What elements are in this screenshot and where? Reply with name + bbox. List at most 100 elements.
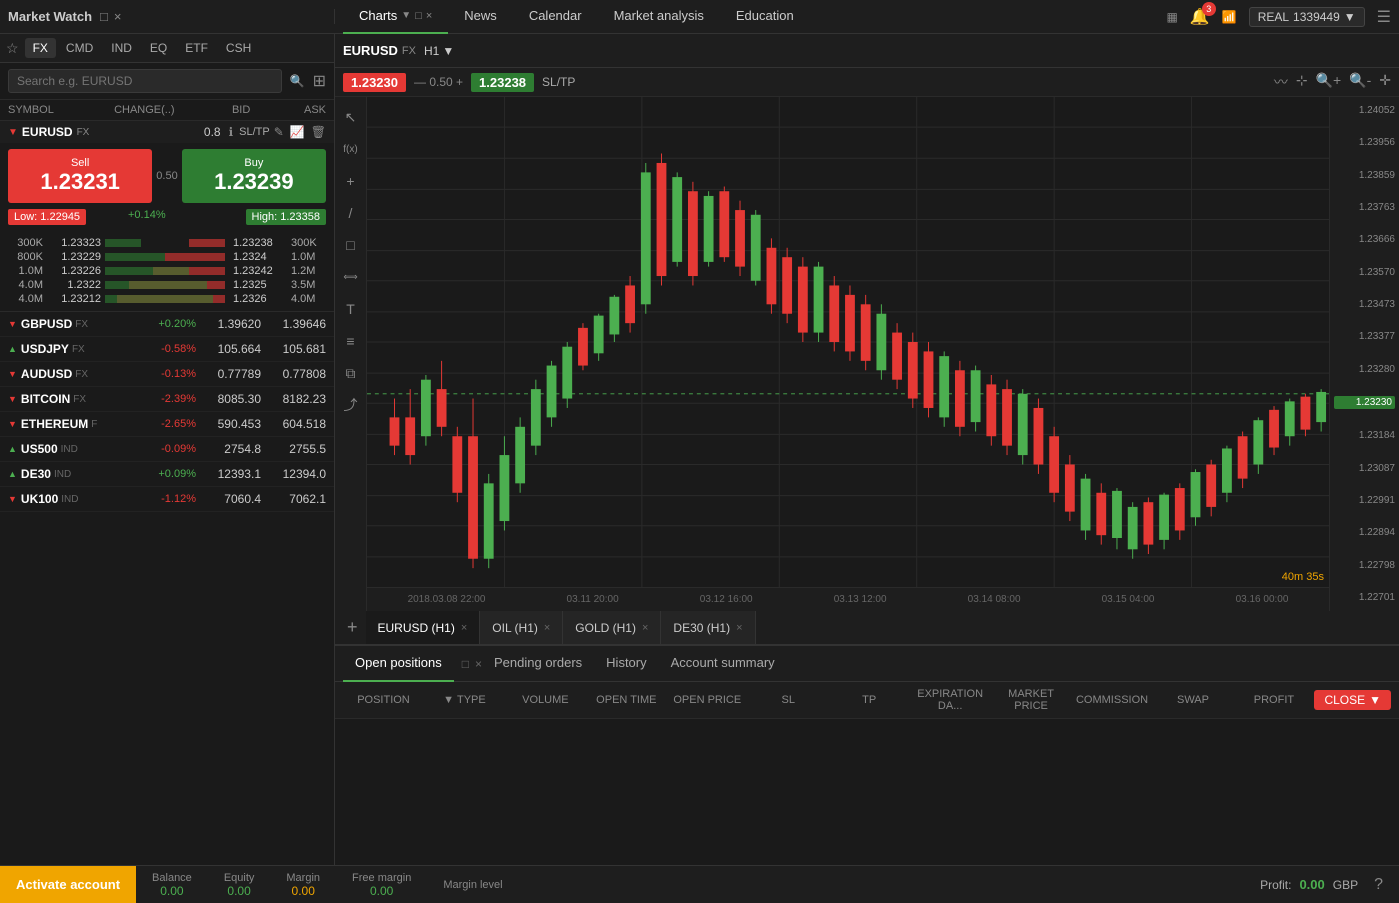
eurusd-symbol[interactable]: EURUSD [22, 125, 73, 139]
chart-tab-de30[interactable]: DE30 (H1) × [661, 611, 755, 645]
price-scale: 1.24052 1.23956 1.23859 1.23763 1.23666 … [1329, 97, 1399, 611]
layout-icon[interactable]: ▦ [1166, 10, 1177, 24]
tab-market-analysis[interactable]: Market analysis [598, 0, 720, 34]
chart-symbol[interactable]: EURUSD [343, 43, 398, 58]
chart-sltp-button[interactable]: SL/TP [542, 75, 575, 89]
list-item[interactable]: ▲ USDJPY FX -0.58% 105.664 105.681 [0, 337, 334, 362]
margin-level-item: Margin level [443, 879, 502, 891]
chart-tools: 〰 ⊹ 🔍+ 🔍- ✛ [1274, 72, 1391, 92]
chart-zoom-out-icon[interactable]: 🔍- [1349, 72, 1371, 92]
eurusd-edit-icon[interactable]: ✎ [274, 125, 284, 139]
list-item[interactable]: ▼ BITCOIN FX -2.39% 8085.30 8182.23 [0, 387, 334, 412]
eurusd-chart-icon[interactable]: 📈 [290, 125, 305, 139]
list-item[interactable]: ▼ ETHEREUM F -2.65% 590.453 604.518 [0, 412, 334, 437]
tab-pending-orders[interactable]: Pending orders [482, 646, 594, 682]
price-label-11: 1.23087 [1334, 463, 1395, 474]
symbol-change: -0.13% [88, 368, 196, 380]
symbol-name: BITCOIN [21, 392, 70, 406]
chart-header: EURUSD FX H1 ▼ [335, 34, 1399, 68]
toolbar-share-btn[interactable]: ⤴ [339, 393, 363, 417]
price-label-15: 1.22701 [1334, 592, 1395, 603]
activate-account-button[interactable]: Activate account [0, 866, 136, 903]
tab-education[interactable]: Education [720, 0, 810, 34]
charts-window-icon[interactable]: □ [415, 10, 422, 22]
market-watch-panel: ☆ FX CMD IND EQ ETF CSH 🔍 ⊞ SYMBOL CHANG… [0, 34, 335, 865]
eurusd-sltp-label[interactable]: SL/TP [239, 126, 270, 138]
close-all-button[interactable]: CLOSE ▼ [1314, 690, 1391, 710]
tab-history[interactable]: History [594, 646, 658, 682]
help-icon[interactable]: ? [1374, 876, 1383, 894]
symbol-bid: 105.664 [196, 342, 261, 356]
cat-tab-fx[interactable]: FX [25, 38, 56, 58]
chart-crosshair-icon[interactable]: ✛ [1379, 72, 1391, 92]
toolbar-rect-btn[interactable]: □ [339, 233, 363, 257]
chart-tab-eurusd-close[interactable]: × [461, 622, 467, 634]
chart-tab-oil-close[interactable]: × [544, 622, 550, 634]
charts-dropdown-icon[interactable]: ▼ [401, 10, 411, 21]
list-item[interactable]: ▼ AUDUSD FX -0.13% 0.77789 0.77808 [0, 362, 334, 387]
time-scale: 2018.03.08 22:00 03.11 20:00 03.12 16:00… [367, 587, 1329, 611]
charts-close-icon[interactable]: × [426, 10, 432, 22]
grid-view-icon[interactable]: ⊞ [313, 71, 326, 91]
positions-pin-icon[interactable]: □ [462, 657, 469, 671]
toolbar-layers-btn[interactable]: ⧉ [339, 361, 363, 385]
cat-tab-ind[interactable]: IND [103, 38, 140, 58]
table-header: POSITION ▼TYPE VOLUME OPEN TIME OPEN PRI… [335, 682, 1399, 719]
list-item[interactable]: ▲ DE30 IND +0.09% 12393.1 12394.0 [0, 462, 334, 487]
cat-tab-cmd[interactable]: CMD [58, 38, 101, 58]
toolbar-indicators-btn[interactable]: ≡ [339, 329, 363, 353]
cat-tab-eq[interactable]: EQ [142, 38, 175, 58]
toolbar-fx-btn[interactable]: f(x) [339, 137, 363, 161]
chart-tab-de30-close[interactable]: × [736, 622, 742, 634]
tab-news[interactable]: News [448, 0, 513, 34]
toolbar-plus-btn[interactable]: + [339, 169, 363, 193]
tab-calendar[interactable]: Calendar [513, 0, 598, 34]
toolbar-measure-btn[interactable]: ⟺ [339, 265, 363, 289]
eurusd-delete-icon[interactable]: 🗑 [311, 125, 326, 139]
add-chart-button[interactable]: + [339, 617, 366, 638]
chart-draw-tool[interactable]: 〰 [1274, 72, 1288, 92]
search-icon[interactable]: 🔍 [290, 74, 305, 88]
close-icon[interactable]: × [114, 9, 122, 24]
free-margin-item: Free margin 0.00 [352, 872, 411, 898]
price-label-2: 1.23956 [1334, 137, 1395, 148]
cat-tab-csh[interactable]: CSH [218, 38, 259, 58]
sell-button[interactable]: Sell 1.23231 [8, 149, 152, 203]
toolbar-line-btn[interactable]: / [339, 201, 363, 225]
symbol-ask: 12394.0 [261, 467, 326, 481]
notification-icon[interactable]: 🔔 3 [1190, 7, 1210, 27]
eurusd-info-icon[interactable]: ℹ [229, 125, 234, 139]
chart-crosshair-tool[interactable]: ⊹ [1296, 72, 1308, 92]
chart-tab-eurusd[interactable]: EURUSD (H1) × [366, 611, 481, 645]
th-commission: COMMISSION [1072, 694, 1153, 706]
tab-account-summary[interactable]: Account summary [659, 646, 787, 682]
chart-zoom-in-icon[interactable]: 🔍+ [1316, 72, 1342, 92]
list-item[interactable]: ▼ GBPUSD FX +0.20% 1.39620 1.39646 [0, 312, 334, 337]
chart-tab-gold-close[interactable]: × [642, 622, 648, 634]
column-headers: SYMBOL CHANGE(..) BID ASK [0, 100, 334, 121]
account-type-badge[interactable]: REAL 1339449 ▼ [1249, 7, 1365, 27]
symbol-arrow: ▼ [8, 494, 17, 504]
minimize-icon[interactable]: □ [100, 9, 108, 24]
menu-icon[interactable]: ☰ [1377, 7, 1391, 27]
tab-charts[interactable]: Charts ▼ □ × [343, 0, 448, 34]
ob-row-4: 4.0M 1.2322 1.2325 3.5M [8, 279, 326, 291]
eurusd-collapse-arrow[interactable]: ▼ [8, 127, 18, 138]
buy-button[interactable]: Buy 1.23239 [182, 149, 326, 203]
ob-price-left-3: 1.23226 [49, 265, 101, 277]
tab-open-positions[interactable]: Open positions [343, 646, 454, 682]
positions-close-icon[interactable]: × [475, 657, 482, 671]
favorites-icon[interactable]: ☆ [6, 40, 19, 57]
chart-tab-oil[interactable]: OIL (H1) × [480, 611, 563, 645]
toolbar-text-btn[interactable]: T [339, 297, 363, 321]
cat-tab-etf[interactable]: ETF [177, 38, 216, 58]
symbol-change: -1.12% [79, 493, 196, 505]
chart-timeframe[interactable]: H1 ▼ [424, 44, 454, 58]
search-input[interactable] [8, 69, 282, 93]
chart-tab-gold[interactable]: GOLD (H1) × [563, 611, 661, 645]
list-item[interactable]: ▲ US500 IND -0.09% 2754.8 2755.5 [0, 437, 334, 462]
price-divider: — 0.50 + [414, 75, 463, 89]
price-label-4: 1.23763 [1334, 202, 1395, 213]
list-item[interactable]: ▼ UK100 IND -1.12% 7060.4 7062.1 [0, 487, 334, 512]
toolbar-cursor-btn[interactable]: ↖ [339, 105, 363, 129]
